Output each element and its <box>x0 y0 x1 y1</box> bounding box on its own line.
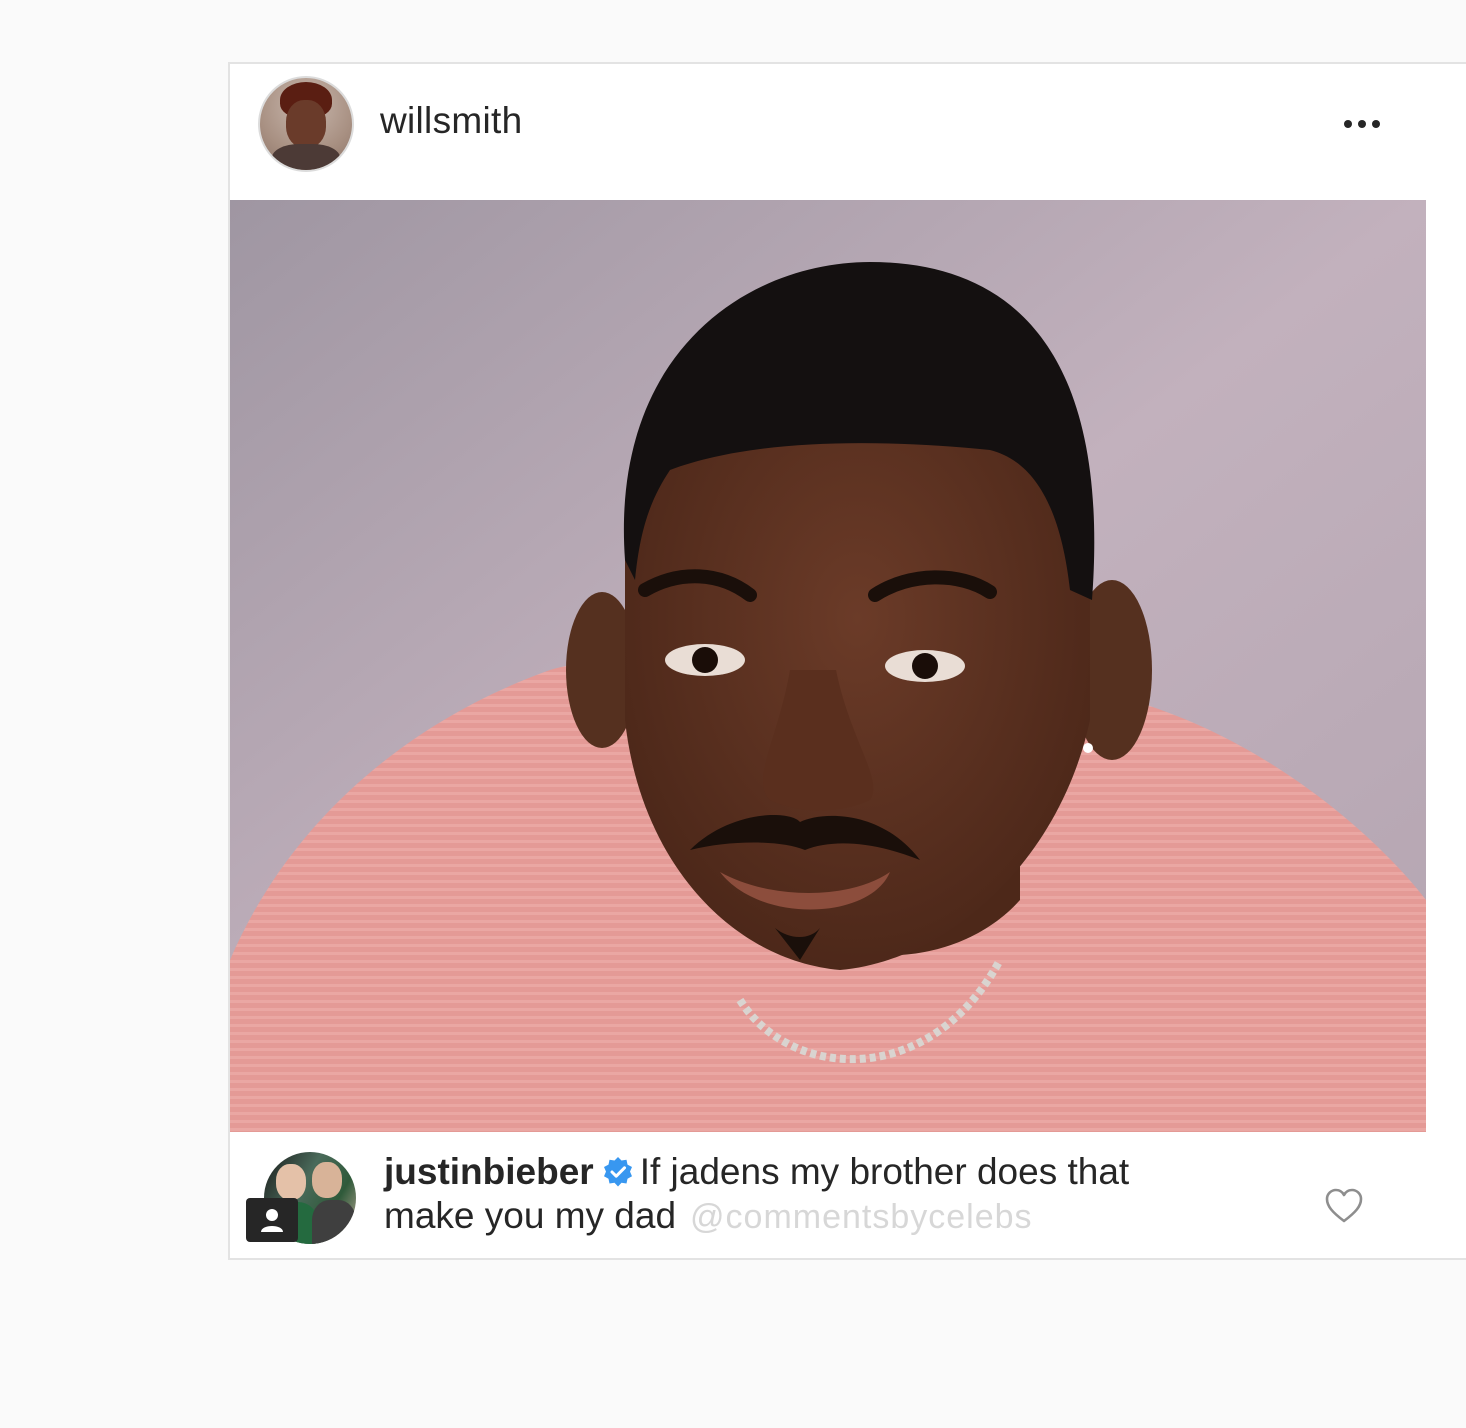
comment-row: justinbieber If jadens my brother does t… <box>230 1132 1466 1260</box>
author-username[interactable]: willsmith <box>380 100 522 142</box>
heart-outline <box>1325 1188 1363 1223</box>
post-photo[interactable] <box>230 200 1426 1132</box>
avatar-shirt <box>272 144 340 170</box>
avatar-person-face <box>312 1162 342 1198</box>
right-pupil <box>912 653 938 679</box>
watermark: @commentsbycelebs <box>690 1198 1033 1236</box>
earring <box>1083 743 1093 753</box>
more-dot <box>1372 120 1380 128</box>
user-silhouette-icon <box>261 1209 283 1232</box>
verified-badge-icon <box>603 1157 632 1187</box>
comment-line2: make you my dad <box>384 1195 677 1236</box>
avatar-face <box>286 100 326 148</box>
more-dot <box>1358 120 1366 128</box>
more-options-icon[interactable] <box>1338 104 1386 144</box>
more-dot <box>1344 120 1352 128</box>
author-avatar[interactable] <box>258 76 354 172</box>
left-pupil <box>692 647 718 673</box>
comment-line1: If jadens my brother does that <box>639 1151 1130 1192</box>
commenter-username[interactable]: justinbieber <box>384 1151 594 1192</box>
comment-text: justinbieber If jadens my brother does t… <box>384 1150 1284 1239</box>
post-card: willsmith justinbieber If jadens my brot… <box>228 62 1466 1260</box>
avatar-person-body <box>312 1200 356 1244</box>
post-photo-illustration <box>230 200 1426 1132</box>
avatar-person-face <box>276 1164 306 1200</box>
heart-icon[interactable] <box>1324 1186 1364 1226</box>
user-tag-icon[interactable] <box>246 1198 298 1242</box>
post-header: willsmith <box>230 64 1426 200</box>
